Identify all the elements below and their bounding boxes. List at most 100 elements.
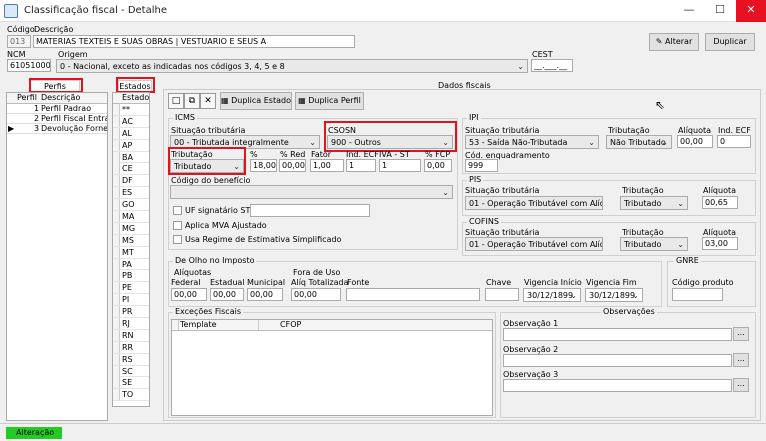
icms-ind-ecf-field[interactable]: 1 — [346, 159, 376, 172]
status-bar: Alteração — [0, 423, 766, 441]
codigo-field[interactable]: 013 — [7, 35, 31, 48]
estado-row[interactable]: PB — [113, 270, 149, 283]
chevron-down-icon: ⌄ — [570, 291, 577, 300]
ipi-enquadramento-field[interactable]: 999 — [465, 159, 498, 172]
minimize-button[interactable]: — — [674, 0, 704, 22]
uf-signatario-field[interactable] — [250, 204, 370, 217]
estado-row[interactable]: MS — [113, 234, 149, 247]
vigencia-fim-picker[interactable]: 30/12/1899 ⌄ — [585, 288, 643, 302]
window-title: Classificação fiscal - Detalhe — [24, 5, 167, 16]
maximize-button[interactable]: ☐ — [705, 0, 735, 22]
observacao-2-button[interactable]: ... — [733, 353, 749, 367]
icms-fcp-field[interactable]: 0,00 — [424, 159, 452, 172]
chevron-down-icon: ⌄ — [309, 138, 316, 147]
mva-ajustado-checkbox[interactable] — [173, 221, 182, 230]
perfis-grid: Perfil Descrição 1 Perfil Padrao 2 Perfil … — [6, 92, 108, 421]
icms-iva-st-field[interactable]: 1 — [379, 159, 421, 172]
estado-row[interactable]: PE — [113, 282, 149, 295]
descricao-field[interactable]: MATERIAS TEXTEIS E SUAS OBRAS | VESTUARI… — [33, 35, 355, 48]
pis-aliquota-field[interactable]: 00,65 — [702, 196, 738, 209]
delete-icon[interactable]: ✕ — [200, 93, 216, 109]
estado-row[interactable]: BA — [113, 151, 149, 164]
chevron-down-icon: ⌄ — [517, 62, 524, 71]
chevron-down-icon: ⌄ — [677, 240, 684, 249]
estado-row[interactable]: MA — [113, 211, 149, 223]
app-icon — [4, 4, 18, 18]
estado-row[interactable]: GO — [113, 199, 149, 212]
estado-row[interactable]: SE — [113, 377, 149, 390]
new-icon[interactable]: □ — [168, 93, 184, 109]
ipi-aliquota-field[interactable]: 00,00 — [677, 135, 713, 148]
estado-row[interactable]: RN — [113, 329, 149, 342]
estado-row[interactable]: MT — [113, 246, 149, 259]
ipi-ind-ecf-field[interactable]: 0 — [717, 135, 751, 148]
duplica-estado-button[interactable]: ▦ Duplica Estado — [220, 92, 292, 110]
origem-select[interactable]: 0 - Nacional, exceto as indicadas nos có… — [56, 59, 528, 73]
estado-row[interactable]: TO — [113, 389, 149, 402]
ipi-situacao-select[interactable]: 53 - Saída Não-Tributada ⌄ — [465, 135, 599, 149]
title-bar: Classificação fiscal - Detalhe — ☐ ✕ — [0, 0, 766, 22]
estado-row[interactable]: PA — [113, 258, 149, 271]
estados-grid: Estado ** AC AL AP BA CE DF ES GO MA MG MS MT PA PB PE P… — [112, 92, 150, 407]
icms-fator-field[interactable]: 1,00 — [310, 159, 344, 172]
cest-label: CEST — [532, 50, 553, 59]
table-row[interactable]: 1 Perfil Padrao — [7, 104, 107, 114]
duplica-perfil-button[interactable]: ▦ Duplica Perfil — [295, 92, 364, 110]
observacao-1-button[interactable]: ... — [733, 327, 749, 341]
codigo-produto-field[interactable] — [672, 288, 723, 301]
close-button[interactable]: ✕ — [736, 0, 766, 22]
estado-row[interactable]: RJ — [113, 318, 149, 330]
ncm-label: NCM — [7, 50, 26, 59]
estado-row[interactable]: PR — [113, 306, 149, 319]
observacao-3-field[interactable] — [503, 379, 732, 392]
estado-row[interactable]: ES — [113, 187, 149, 200]
alterar-button[interactable]: ✎ Alterar — [649, 33, 699, 51]
duplicate-icon: ▦ — [221, 96, 232, 105]
estado-row[interactable]: AP — [113, 139, 149, 152]
federal-field[interactable]: 00,00 — [171, 288, 207, 301]
chevron-down-icon: ⌄ — [442, 188, 449, 197]
estado-row[interactable]: PI — [113, 294, 149, 307]
descricao-label: Descrição — [34, 25, 74, 34]
ncm-field[interactable]: 61051000 — [7, 59, 51, 72]
estado-row[interactable]: SC — [113, 365, 149, 378]
cofins-situacao-select[interactable]: 01 - Operação Tributável com Alíquo ⌄ — [465, 237, 603, 251]
estado-row[interactable]: MG — [113, 222, 149, 235]
estado-row[interactable]: ** — [113, 104, 149, 116]
icms-aliquota-field[interactable]: 18,00 — [250, 159, 277, 172]
observacao-3-button[interactable]: ... — [733, 378, 749, 392]
estado-row[interactable]: AL — [113, 127, 149, 140]
cofins-tributacao-select[interactable]: Tributado ⌄ — [620, 237, 688, 251]
estado-row[interactable]: AC — [113, 115, 149, 128]
chave-field[interactable] — [485, 288, 519, 301]
ipi-tributacao-select[interactable]: Não Tributado ⌄ — [606, 135, 672, 149]
estado-row[interactable]: RR — [113, 341, 149, 354]
codigo-beneficio-select[interactable]: ⌄ — [170, 185, 453, 199]
chevron-down-icon: ⌄ — [592, 199, 599, 208]
chevron-down-icon: ⌄ — [661, 138, 668, 147]
uf-signatario-checkbox[interactable] — [173, 206, 182, 215]
estado-row[interactable]: CE — [113, 163, 149, 176]
estado-row[interactable]: DF — [113, 175, 149, 188]
copy-icon[interactable]: ⧉ — [184, 93, 200, 109]
regime-estimativa-checkbox[interactable] — [173, 235, 182, 244]
vigencia-inicio-picker[interactable]: 30/12/1899 ⌄ — [523, 288, 581, 302]
cest-field[interactable]: __.___.__ — [531, 59, 573, 72]
aliq-totalizada-field[interactable]: 00,00 — [291, 288, 341, 301]
table-row[interactable]: 2Perfil Fiscal Entrada — [7, 114, 107, 124]
cofins-aliquota-field[interactable]: 03,00 — [702, 237, 738, 250]
municipal-field[interactable]: 00,00 — [247, 288, 283, 301]
fonte-field[interactable] — [346, 288, 480, 301]
observacao-2-field[interactable] — [503, 354, 732, 367]
chevron-down-icon: ⌄ — [677, 199, 684, 208]
estado-row[interactable]: RS — [113, 353, 149, 366]
icms-reducao-field[interactable]: 00,00 — [279, 159, 306, 172]
mouse-cursor-icon: ⇖ — [655, 98, 666, 112]
observacao-1-field[interactable] — [503, 328, 732, 341]
table-row[interactable]: ▶3Devolução Fornece — [7, 124, 107, 134]
pis-situacao-select[interactable]: 01 - Operação Tributável com Alíquo ⌄ — [465, 196, 603, 210]
estadual-field[interactable]: 00,00 — [210, 288, 244, 301]
pis-tributacao-select[interactable]: Tributado ⌄ — [620, 196, 688, 210]
duplicar-button[interactable]: Duplicar — [705, 33, 755, 51]
chevron-down-icon: ⌄ — [588, 138, 595, 147]
